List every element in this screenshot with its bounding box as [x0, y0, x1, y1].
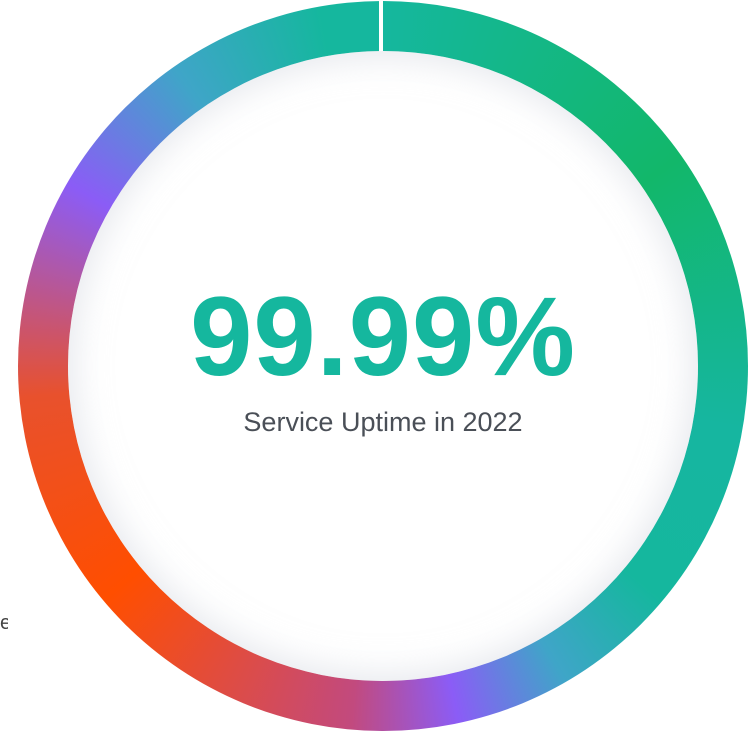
uptime-label: Service Uptime in 2022: [243, 406, 523, 437]
uptime-ring: 99.99% Service Uptime in 2022: [18, 1, 748, 731]
uptime-value: 99.99%: [190, 273, 576, 399]
stat-text-block: 99.99% Service Uptime in 2022: [18, 1, 748, 731]
uptime-stat-widget: e 99.99% Service Uptime in 2022: [0, 0, 750, 734]
clipped-edge-text: e: [0, 612, 8, 634]
